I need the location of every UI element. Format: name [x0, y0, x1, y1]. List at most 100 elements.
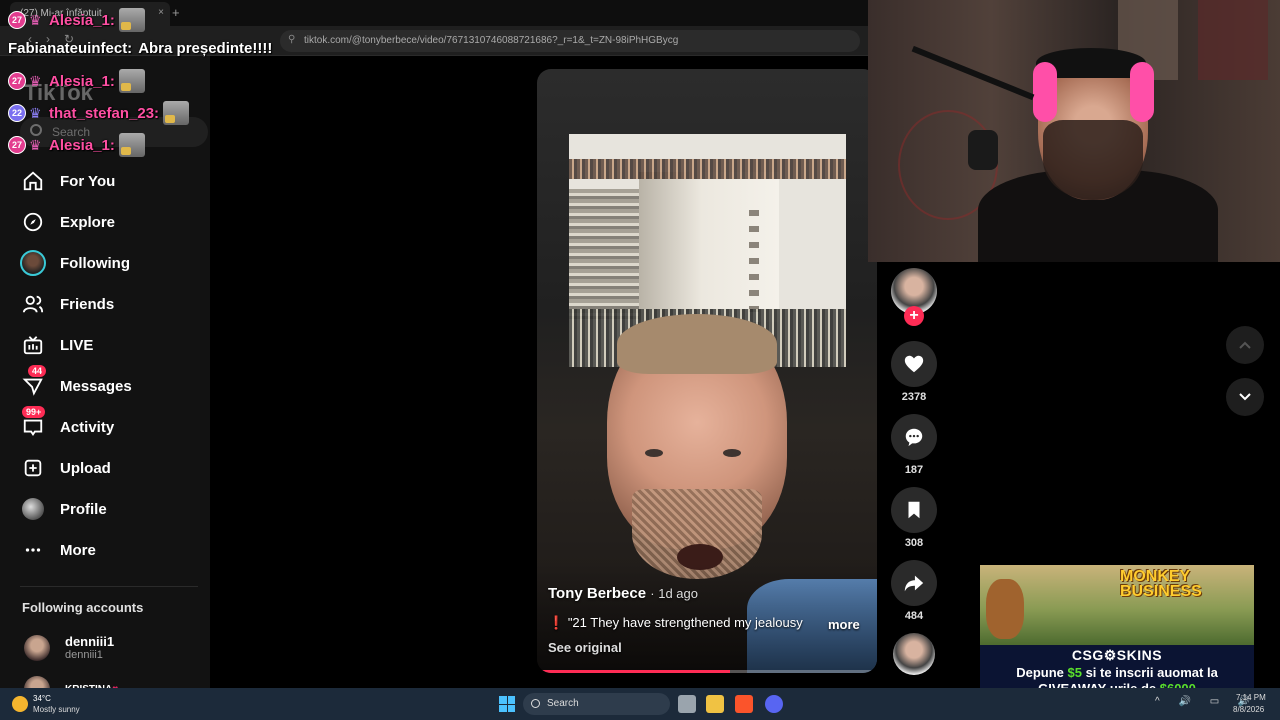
- video-player[interactable]: Tony Berbece · 1d ago ❗ "21 They have st…: [537, 69, 877, 673]
- nav-more[interactable]: More: [20, 535, 96, 565]
- bookmark-icon: [908, 501, 920, 519]
- nav-upload[interactable]: Upload: [20, 453, 111, 483]
- site-info-icon[interactable]: ⚲: [288, 34, 295, 45]
- sponsor-ad-banner: MONKEY BUSINESS CSG⚙SKINS Depune $5 si t…: [980, 565, 1254, 697]
- video-caption: ❗ "21 They have strengthened my jealousy: [548, 615, 868, 631]
- chat-username: Alesia_1:: [49, 72, 115, 90]
- follow-button[interactable]: +: [904, 306, 924, 326]
- exclamation-icon: ❗: [548, 615, 565, 630]
- level-badge: 27: [8, 72, 26, 90]
- upload-icon: [20, 455, 46, 481]
- save-button[interactable]: [891, 487, 937, 533]
- video-progress-bar[interactable]: [541, 670, 873, 673]
- windows-start-icon[interactable]: [499, 696, 515, 712]
- home-icon: [20, 168, 46, 194]
- microphone: [968, 130, 998, 170]
- nav-label: Messages: [60, 377, 132, 395]
- emote-icon: [163, 101, 190, 125]
- comment-count: 187: [904, 464, 924, 476]
- share-arrow-icon: [904, 575, 924, 592]
- emote-icon: [118, 133, 145, 157]
- weather-desc: Mostly sunny: [33, 705, 80, 714]
- clock-time[interactable]: 7:14 PM: [1236, 693, 1266, 702]
- nav-label: Activity: [60, 418, 115, 436]
- chat-text: Abra președinte!!!!: [138, 40, 273, 57]
- video-author[interactable]: Tony Berbece · 1d ago: [548, 585, 698, 602]
- compass-icon: [20, 209, 46, 235]
- caption-more-button[interactable]: more: [828, 617, 860, 632]
- weather-sun-icon[interactable]: [12, 696, 28, 712]
- file-explorer-icon[interactable]: [706, 695, 724, 713]
- progress-fill: [541, 670, 731, 673]
- sidebar-divider: [20, 586, 198, 587]
- chat-message: Fabianateuinfect: Abra președinte!!!!: [8, 40, 272, 57]
- nav-for-you[interactable]: For You: [20, 166, 115, 196]
- discord-icon[interactable]: [765, 695, 783, 713]
- taskbar-search[interactable]: Search: [523, 693, 670, 715]
- chat-message: 22 ♛ that_stefan_23:: [8, 101, 190, 125]
- nav-messages[interactable]: 44 Messages: [20, 365, 132, 401]
- messages-badge: 44: [28, 365, 47, 377]
- nav-following[interactable]: Following: [20, 248, 130, 278]
- profile-avatar: [20, 496, 46, 522]
- following-accounts-title: Following accounts: [22, 600, 144, 615]
- windows-taskbar: 34°C Mostly sunny Search ^ 🔊 ▭ 🔊 7:14 PM…: [0, 688, 1280, 720]
- subscriber-icon: ♛: [29, 105, 42, 121]
- like-button[interactable]: [891, 341, 937, 387]
- emote-icon: [118, 8, 145, 32]
- save-count: 308: [904, 537, 924, 549]
- url-text: tiktok.com/@tonyberbece/video/7671310746…: [304, 35, 679, 46]
- chat-message: 27 ♛ Alesia_1:: [8, 8, 145, 32]
- address-bar[interactable]: ⚲ tiktok.com/@tonyberbece/video/76713107…: [280, 30, 860, 52]
- new-tab-button[interactable]: +: [172, 5, 180, 20]
- chevron-down-icon: [1239, 393, 1251, 401]
- level-badge: 27: [8, 11, 26, 29]
- nav-live[interactable]: LIVE: [20, 330, 93, 360]
- previous-video-button[interactable]: [1226, 326, 1264, 364]
- building-image: [639, 172, 779, 360]
- nav-label: Profile: [60, 500, 107, 518]
- nav-label: Following: [60, 254, 130, 272]
- nav-activity[interactable]: 99+ Activity: [20, 406, 115, 442]
- screen: (27) Mi-ar înfăptuit × + ‹›↻ ⚲ tiktok.co…: [0, 0, 1280, 720]
- ad-game-title: MONKEY BUSINESS: [1120, 568, 1202, 600]
- caption-text: "21 They have strengthened my jealousy: [567, 615, 803, 630]
- share-count: 484: [904, 610, 924, 622]
- subscriber-icon: ♛: [29, 73, 42, 89]
- nav-explore[interactable]: Explore: [20, 207, 115, 237]
- subscriber-icon: ♛: [29, 12, 42, 28]
- chat-username: Fabianateuinfect:: [8, 40, 133, 57]
- comment-button[interactable]: [891, 414, 937, 460]
- account-handle: denniii1: [65, 649, 103, 661]
- clock-date[interactable]: 8/8/2026: [1233, 705, 1264, 714]
- weather-temp: 34°C: [33, 694, 51, 703]
- headphones: [1033, 62, 1057, 122]
- ad-line-1: Depune $5 si te inscrii auomat la: [1016, 665, 1218, 680]
- chat-username: that_stefan_23:: [49, 104, 160, 122]
- nav-profile[interactable]: Profile: [20, 494, 107, 524]
- share-button[interactable]: [891, 560, 937, 606]
- nav-label: Friends: [60, 295, 115, 313]
- see-original-button[interactable]: See original: [548, 640, 622, 655]
- sound-avatar[interactable]: [893, 633, 935, 675]
- chevron-up-icon: [1239, 341, 1251, 349]
- close-tab-icon[interactable]: ×: [158, 7, 164, 18]
- level-badge: 27: [8, 136, 26, 154]
- level-badge: 22: [8, 104, 26, 122]
- nav-label: For You: [60, 172, 116, 190]
- nav-label: Upload: [60, 459, 111, 477]
- following-account[interactable]: denniii1 denniii1: [24, 634, 114, 661]
- activity-badge: 99+: [22, 406, 46, 418]
- task-view-icon[interactable]: [678, 695, 696, 713]
- brave-browser-icon[interactable]: [735, 695, 753, 713]
- nav-label: Explore: [60, 213, 116, 231]
- comment-icon: [905, 428, 923, 447]
- subscriber-icon: ♛: [29, 137, 42, 153]
- ad-brand: CSG⚙SKINS: [1071, 647, 1163, 663]
- like-count: 2378: [901, 391, 927, 403]
- chat-message: 27 ♛ Alesia_1:: [8, 69, 145, 93]
- next-video-button[interactable]: [1226, 378, 1264, 416]
- more-dots-icon: [20, 537, 46, 563]
- search-icon: [531, 699, 540, 708]
- nav-friends[interactable]: Friends: [20, 289, 114, 319]
